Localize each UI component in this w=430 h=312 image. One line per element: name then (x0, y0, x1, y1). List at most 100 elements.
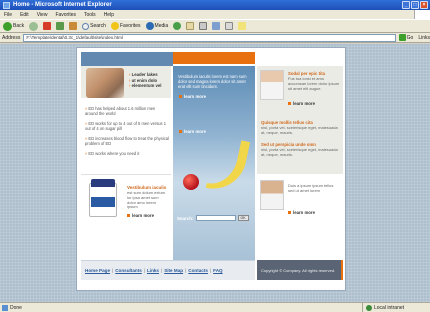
printer-icon (199, 22, 208, 30)
go-label: Go (406, 34, 414, 41)
menu-edit[interactable]: Edit (20, 12, 29, 18)
menu-view[interactable]: View (37, 12, 48, 18)
promo-box: Leader lakes ut enim dolo elementum vel (81, 66, 171, 98)
promo-link[interactable]: elementum vel (129, 83, 162, 89)
center-intro-text: Vestibulum iaculis lorem est nam sum dol… (178, 74, 247, 89)
banana-image (205, 135, 251, 195)
history-button[interactable] (172, 21, 182, 32)
promo-link[interactable]: Leader lakes (129, 72, 161, 78)
benefit-list: ED has helped about 1.6 million men arou… (85, 106, 169, 161)
address-bar: Address F:\Template\dental\0.3c_1\defaul… (0, 33, 430, 43)
female-doctor-photo (260, 180, 284, 210)
go-button[interactable]: Go (398, 34, 414, 41)
list-item: ED has helped about 1.6 million men arou… (85, 106, 169, 116)
stop-button[interactable] (42, 21, 52, 32)
footer-separator: | (112, 268, 114, 273)
left-column: Leader lakes ut enim dolo elementum vel … (81, 66, 171, 260)
minimize-button[interactable]: _ (402, 1, 410, 9)
search-button[interactable]: Search (81, 21, 107, 32)
edit-icon (212, 22, 221, 30)
refresh-button[interactable] (55, 21, 65, 32)
favorites-label: Favorites (119, 23, 141, 29)
product-text: est sum dolum extum lor ipsa amet sum do… (127, 190, 166, 210)
footer-link-sitemap[interactable]: Site Map (164, 268, 183, 273)
menu-help[interactable]: Help (104, 12, 114, 18)
right-column: Sodal per epic tita Fus tua ionsi et amo… (257, 66, 343, 260)
mail-icon (186, 22, 195, 30)
security-zone: Local intranet (362, 303, 430, 312)
mail-button[interactable] (185, 21, 195, 32)
back-label: Back (13, 23, 25, 29)
pill-bottle-label (91, 197, 115, 207)
footer-link-faq[interactable]: FAQ (213, 268, 222, 273)
close-button[interactable]: × (420, 1, 428, 9)
apple-image (183, 174, 199, 190)
forward-arrow-icon (29, 21, 39, 31)
status-text: Done (10, 304, 22, 311)
list-item: ED works where you need it (85, 151, 169, 156)
forward-button[interactable] (28, 21, 39, 32)
news-text: nisl, porta vel, scelerisque eget, males… (261, 125, 338, 135)
media-label: Media (154, 23, 169, 29)
site-search-button[interactable]: OK (237, 215, 249, 221)
footer-accent (341, 260, 343, 280)
learn-more-link[interactable]: learn more (288, 210, 315, 215)
back-button[interactable]: Back (2, 21, 25, 32)
footer-link-home[interactable]: Home Page (85, 268, 110, 273)
windows-logo-icon (414, 10, 430, 19)
search-label: Search (90, 23, 106, 29)
maximize-button[interactable]: □ (411, 1, 419, 9)
learn-more-link[interactable]: learn more (127, 213, 154, 218)
home-button[interactable] (68, 21, 78, 32)
window-controls: _ □ × (402, 1, 428, 9)
learn-more-link[interactable]: learn more (288, 101, 315, 106)
center-column: Vestibulum iaculis lorem est nam sum dol… (173, 66, 255, 260)
print-button[interactable] (198, 21, 208, 32)
search-label: Search: (177, 215, 194, 221)
footer-link-contacts[interactable]: Contacts (188, 268, 208, 273)
window-title: Home - Microsoft Internet Explorer (13, 2, 112, 8)
doctor-photo (260, 70, 284, 100)
media-icon (145, 22, 154, 30)
site-search-input[interactable] (195, 215, 236, 221)
messenger-button[interactable] (237, 21, 247, 32)
header-orange-tab (173, 52, 255, 64)
pill-bottle-cap (91, 179, 115, 187)
favorites-button[interactable]: Favorites (110, 21, 142, 32)
go-arrow-icon (398, 34, 406, 41)
edit-button[interactable] (211, 21, 221, 32)
footer-nav: Home Page | Consultants | Links | Site M… (81, 260, 255, 280)
standard-toolbar: Back Search Favorites Media (0, 19, 430, 33)
site-search: Search: OK (177, 214, 253, 222)
footer-link-consultants[interactable]: Consultants (115, 268, 142, 273)
news-text: nisl, porta vel, scelerisque eget, males… (261, 147, 338, 157)
zone-label: Local intranet (374, 305, 405, 311)
doctor-box: Duis a ipsum ipsum tellus sed ut amet lo… (257, 174, 343, 260)
menu-tools[interactable]: Tools (84, 12, 96, 18)
discuss-icon (225, 22, 234, 30)
refresh-icon (56, 22, 65, 30)
window-titlebar: Home - Microsoft Internet Explorer _ □ × (0, 0, 430, 10)
product-box: Vestibulum iaculis est sum dolum extum l… (81, 174, 171, 260)
links-label[interactable]: Links (418, 35, 430, 41)
footer-link-links[interactable]: Links (147, 268, 159, 273)
website-page: Leader lakes ut enim dolo elementum vel … (76, 47, 346, 291)
status-bar: Done Local intranet (0, 302, 430, 312)
star-icon (110, 22, 119, 30)
learn-more-link[interactable]: learn more (179, 94, 206, 99)
media-button[interactable]: Media (145, 21, 170, 32)
address-input[interactable]: F:\Template\dental\0.3c_1\default\site\i… (23, 33, 396, 42)
couple-photo (86, 68, 124, 98)
stop-icon (43, 22, 52, 30)
copyright-text: Copyright © Company. All rights reserved… (257, 260, 343, 280)
back-arrow-icon (3, 21, 12, 31)
footer-separator: | (185, 268, 187, 273)
ie-icon (3, 1, 10, 9)
menu-favorites[interactable]: Favorites (55, 12, 76, 18)
learn-more-link[interactable]: learn more (179, 129, 206, 134)
list-item: ED increases blood flow to treat the phy… (85, 136, 169, 146)
menu-file[interactable]: File (4, 12, 12, 18)
promo-links: Leader lakes ut enim dolo elementum vel (129, 72, 162, 89)
news-text: Fus tua ionsi et amo accumsan lorem dolo… (288, 76, 340, 91)
discuss-button[interactable] (224, 21, 234, 32)
